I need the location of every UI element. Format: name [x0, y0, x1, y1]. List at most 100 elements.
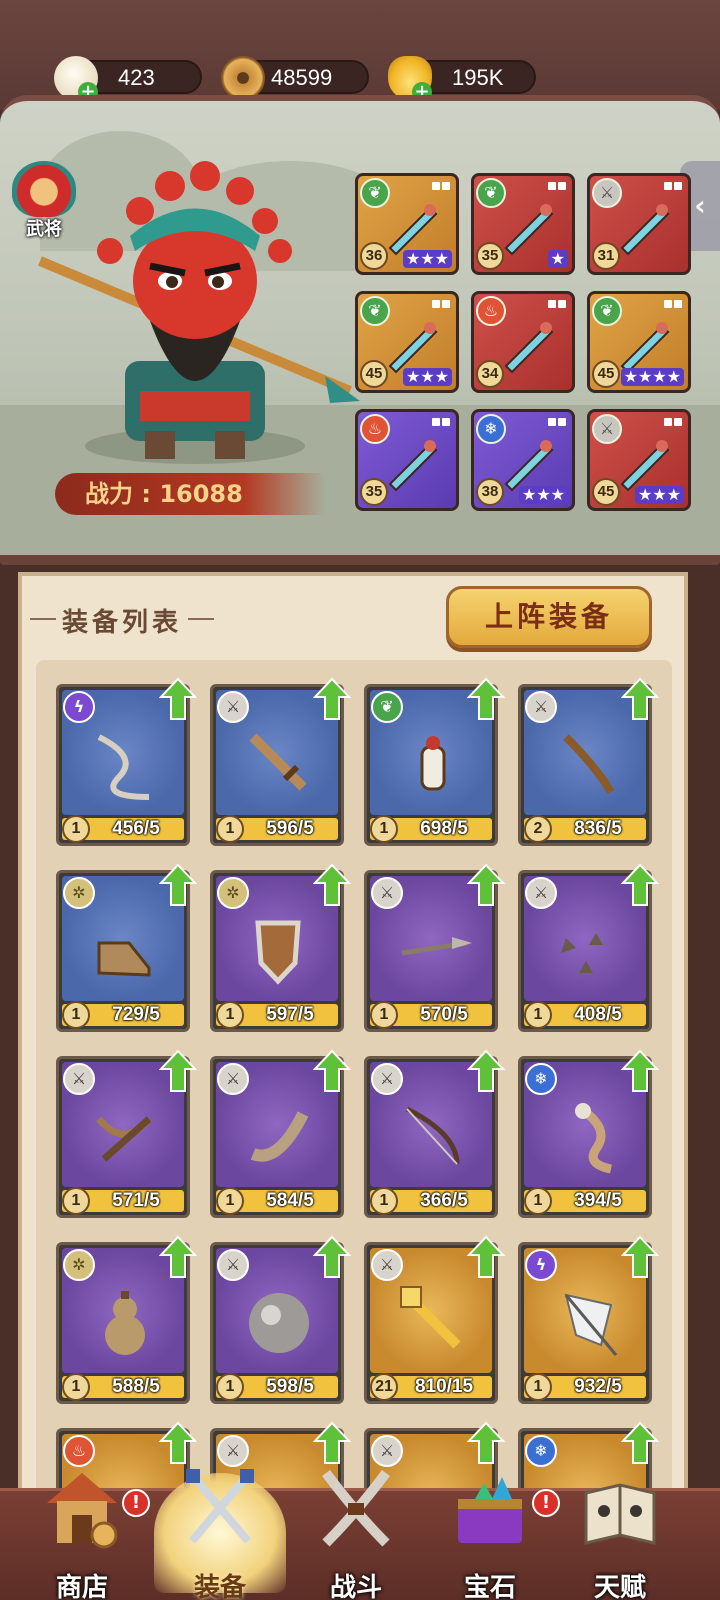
power-label: 战力	[85, 480, 133, 508]
slot-count-icon	[664, 418, 682, 426]
equipment-art	[575, 1103, 613, 1174]
progress-bar: 1 366/5	[370, 1187, 492, 1215]
upgrade-arrow-icon	[159, 1235, 197, 1278]
upgrade-arrow-icon	[159, 677, 197, 720]
weapon-art	[620, 322, 670, 374]
equipped-slot[interactable]: ❦ 36 ★★★	[355, 173, 459, 275]
equipment-card[interactable]: ⚔ 1 408/5	[518, 863, 659, 1032]
nav-shop[interactable]: ! 商店	[22, 1463, 150, 1600]
equipment-art	[249, 1293, 309, 1353]
item-count: 1	[370, 1001, 398, 1029]
resource-value: 48599	[271, 65, 333, 90]
star-rating: ★★★	[634, 486, 684, 504]
nav-label: 天赋	[593, 1573, 646, 1600]
star-rating: ★★★	[518, 486, 568, 504]
equipment-card[interactable]: ⚔ 1 598/5	[210, 1235, 351, 1404]
equipped-slot[interactable]: ❦ 45 ★★★★	[587, 291, 691, 393]
equipped-slot[interactable]: ❄ 38 ★★★	[471, 409, 575, 511]
deploy-equipment-button[interactable]: 上阵装备	[446, 586, 652, 648]
equipment-card[interactable]: ⚔ 1 584/5	[210, 1049, 351, 1218]
item-progress: 571/5	[112, 1190, 160, 1211]
slot-count-icon	[432, 418, 450, 426]
item-count: 21	[370, 1373, 398, 1401]
weapon-art	[388, 440, 438, 492]
weapon-art	[388, 204, 438, 256]
sword-type-icon: ⚔	[525, 691, 557, 723]
upgrade-arrow-icon	[313, 1421, 351, 1464]
alert-badge: !	[122, 1489, 150, 1517]
nav-label: 宝石	[463, 1573, 516, 1600]
item-count: 1	[216, 1187, 244, 1215]
resource-bun[interactable]: + 423	[54, 56, 202, 102]
equipment-icon	[186, 1469, 254, 1544]
equipment-card[interactable]: ⚔ 1 570/5	[364, 863, 505, 1032]
progress-bar: 1 698/5	[370, 815, 492, 843]
nav-talent[interactable]: 天赋	[560, 1463, 680, 1600]
slot-count-icon	[432, 182, 450, 190]
equipment-card[interactable]: ✲ 1 729/5	[56, 863, 197, 1032]
resource-coin[interactable]: 48599	[221, 56, 369, 100]
sword-type-icon: ⚔	[371, 1249, 403, 1281]
equip-level: 36	[360, 242, 388, 270]
item-count: 1	[216, 815, 244, 843]
equipped-slot[interactable]: ♨ 35	[355, 409, 459, 511]
equipped-slot[interactable]: ♨ 34	[471, 291, 575, 393]
equipment-card[interactable]: ϟ 1 932/5	[518, 1235, 659, 1404]
equipped-slot[interactable]: ❦ 35 ★	[471, 173, 575, 275]
alert-badge: !	[532, 1489, 560, 1517]
equipment-card[interactable]: ⚔ 1 596/5	[210, 677, 351, 846]
bottom-nav: ! 商店 装备 战斗 ! 宝石 天赋	[0, 1469, 720, 1600]
equip-level: 31	[592, 242, 620, 270]
equipped-slot[interactable]: ⚔ 45 ★★★	[587, 409, 691, 511]
equipment-card[interactable]: ⚔ 1 366/5	[364, 1049, 505, 1218]
lightning-type-icon: ϟ	[63, 691, 95, 723]
resource-gold[interactable]: + 195K	[388, 56, 536, 102]
upgrade-arrow-icon	[159, 863, 197, 906]
sword-type-icon: ⚔	[63, 1063, 95, 1095]
battle-icon	[322, 1469, 390, 1547]
equip-level: 45	[592, 478, 620, 506]
item-progress: 932/5	[574, 1376, 622, 1397]
item-progress: 596/5	[266, 818, 314, 839]
equipment-art	[405, 1106, 460, 1165]
item-count: 1	[216, 1373, 244, 1401]
hero-character[interactable]	[30, 141, 360, 471]
star-rating: ★★★	[402, 368, 452, 386]
upgrade-arrow-icon	[313, 1049, 351, 1092]
equipment-grid: ϟ 1 456/5 ⚔ 1 596/5 ❦ 1 698/5 ⚔ 2 836/5 ✲ 1 729/5 ✲ 1 597…	[36, 660, 672, 1590]
progress-bar: 1 456/5	[62, 815, 184, 843]
slot-count-icon	[664, 182, 682, 190]
item-progress: 456/5	[112, 818, 160, 839]
equip-level: 45	[360, 360, 388, 388]
equipment-card[interactable]: ⚔ 21 810/15	[364, 1235, 505, 1404]
slot-count-icon	[432, 300, 450, 308]
nav-equipment[interactable]: 装备	[154, 1463, 286, 1600]
item-progress: 810/15	[414, 1376, 474, 1397]
upgrade-arrow-icon	[159, 1049, 197, 1092]
equipment-card[interactable]: ⚔ 2 836/5	[518, 677, 659, 846]
equipped-slot[interactable]: ⚔ 31	[587, 173, 691, 275]
equipment-card[interactable]: ✲ 1 597/5	[210, 863, 351, 1032]
equipment-card[interactable]: ❄ 1 394/5	[518, 1049, 659, 1218]
equip-level: 34	[476, 360, 504, 388]
sword-type-icon: ⚔	[217, 691, 249, 723]
equipment-card[interactable]: ❦ 1 698/5	[364, 677, 505, 846]
equipment-art	[564, 1293, 618, 1356]
equipment-card[interactable]: ✲ 1 588/5	[56, 1235, 197, 1404]
item-progress: 836/5	[574, 818, 622, 839]
equipment-list-panel: 装备列表 上阵装备 ϟ 1 456/5 ⚔ 1 596/5 ❦ 1 698/5 ⚔ 2 836/5 ✲ 1…	[18, 572, 688, 1590]
weapon-art	[504, 322, 554, 374]
nav-gems[interactable]: ! 宝石	[430, 1463, 560, 1600]
equipped-slot[interactable]: ❦ 45 ★★★	[355, 291, 459, 393]
slot-count-icon	[664, 300, 682, 308]
equipment-card[interactable]: ϟ 1 456/5	[56, 677, 197, 846]
star-rating: ★★★★	[620, 368, 684, 386]
nav-battle[interactable]: 战斗	[296, 1463, 416, 1600]
equipment-card[interactable]: ⚔ 1 571/5	[56, 1049, 197, 1218]
item-count: 1	[62, 815, 90, 843]
equipment-list-title: 装备列表	[29, 602, 215, 639]
shop-icon	[47, 1473, 118, 1549]
upgrade-arrow-icon	[467, 1049, 505, 1092]
nav-label: 商店	[55, 1573, 108, 1600]
upgrade-arrow-icon	[313, 677, 351, 720]
